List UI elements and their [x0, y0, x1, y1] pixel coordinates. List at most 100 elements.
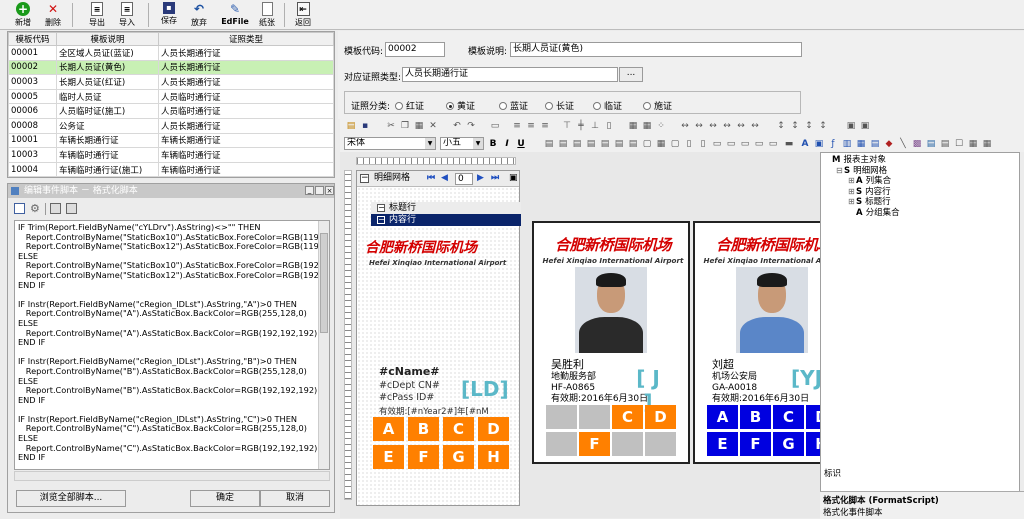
close-icon[interactable]: ×: [325, 186, 334, 195]
border-icon[interactable]: ▢: [642, 139, 652, 149]
underline-button[interactable]: U: [516, 139, 526, 149]
cell-type[interactable]: 人员临时通行证: [158, 103, 334, 119]
tree-item[interactable]: ⊞S 标题行: [824, 197, 1016, 208]
code-field[interactable]: 00002: [385, 42, 445, 57]
chart-icon[interactable]: ▦: [856, 139, 866, 149]
cell-type[interactable]: 车辆长期通行证: [158, 132, 334, 149]
space-horizontal-icon[interactable]: ↔: [680, 121, 690, 131]
expand-icon[interactable]: ⊞: [848, 187, 856, 198]
new-script-icon[interactable]: [14, 203, 25, 214]
last-page-icon[interactable]: ⏭: [491, 171, 499, 186]
cell-type[interactable]: 人员长期通行证: [158, 59, 334, 76]
region-cell[interactable]: H: [478, 445, 509, 469]
cut-icon[interactable]: ✂: [386, 121, 396, 131]
save-icon[interactable]: ▪: [360, 121, 370, 131]
radio-icon[interactable]: [643, 102, 651, 110]
band-content-row[interactable]: − 内容行: [371, 214, 521, 226]
text-align-center-icon[interactable]: ▤: [558, 139, 568, 149]
radio-icon[interactable]: [446, 102, 454, 110]
shape-icon[interactable]: ◆: [884, 139, 894, 149]
summary-icon[interactable]: ▦: [982, 139, 992, 149]
function-icon[interactable]: ƒ: [828, 139, 838, 149]
paper-button[interactable]: 纸张: [252, 1, 282, 29]
cell-desc[interactable]: 人员临时证(施工): [56, 103, 159, 119]
delete-button[interactable]: ✕ 删除: [38, 1, 68, 29]
space-vertical-icon[interactable]: ↕: [776, 121, 786, 131]
page-number-field[interactable]: 0: [455, 173, 473, 185]
template-grade-box[interactable]: [LD]: [461, 377, 509, 401]
category-radio[interactable]: 黄证: [446, 99, 475, 112]
align-middle-icon[interactable]: ╪: [576, 121, 586, 131]
import-button[interactable]: ≡ 导入: [112, 1, 142, 29]
paste-icon[interactable]: ▦: [414, 121, 424, 131]
column-header-desc[interactable]: 模板说明: [56, 32, 159, 46]
image-icon[interactable]: ▤: [870, 139, 880, 149]
align-top-icon[interactable]: ⊤: [562, 121, 572, 131]
tree-item[interactable]: A 分组集合: [824, 208, 1016, 219]
redo-icon[interactable]: ↷: [466, 121, 476, 131]
cell-code[interactable]: 00005: [8, 88, 57, 105]
text-align-right-icon[interactable]: ▤: [572, 139, 582, 149]
bring-front-icon[interactable]: ▣: [846, 121, 856, 131]
template-field-name[interactable]: #cName#: [379, 365, 440, 378]
align-right-icon[interactable]: ≡: [540, 121, 550, 131]
region-cell[interactable]: D: [478, 417, 509, 441]
column-header-code[interactable]: 模板代码: [8, 32, 57, 46]
radio-icon[interactable]: [499, 102, 507, 110]
minimize-icon[interactable]: _: [305, 186, 314, 195]
border-top-icon[interactable]: ▭: [712, 139, 722, 149]
cell-desc[interactable]: 临时人员证: [56, 88, 159, 105]
space-v-increase-icon[interactable]: ↕: [790, 121, 800, 131]
cell-desc[interactable]: 车辆临时通行证(施工): [56, 161, 159, 177]
export-button[interactable]: ≡ 导出: [82, 1, 112, 29]
grid-dot-icon[interactable]: ⁘: [656, 121, 666, 131]
radio-icon[interactable]: [545, 102, 553, 110]
space-equal-icon[interactable]: ↔: [736, 121, 746, 131]
table-row[interactable]: 00005 临时人员证 人员临时通行证: [8, 88, 334, 105]
list-icon[interactable]: [50, 203, 61, 214]
space-decrease-icon[interactable]: ↔: [708, 121, 718, 131]
first-page-icon[interactable]: ⏮: [427, 171, 435, 186]
memo-icon[interactable]: ▤: [940, 139, 950, 149]
settings-icon[interactable]: ⚙: [30, 202, 40, 215]
detail-grid-band[interactable]: − 明细网格 ⏮ ◀ 0 ▶ ⏭ ▣ − 标题行 − 内容行 合肥新桥国际机场 He…: [356, 170, 521, 506]
cell-desc[interactable]: 车辆临时通行证: [56, 147, 159, 163]
italic-button[interactable]: I: [502, 139, 512, 149]
same-width-icon[interactable]: ▯: [604, 121, 614, 131]
desc-field[interactable]: 长期人员证(黄色): [510, 42, 802, 57]
font-size-select[interactable]: 小五 ▼: [440, 137, 484, 150]
table-row[interactable]: 00008 公务证 人员长期通行证: [8, 117, 334, 134]
tree-item[interactable]: M 报表主对象: [824, 155, 1016, 166]
cell-code[interactable]: 10004: [8, 161, 57, 177]
align-icon[interactable]: ▭: [490, 121, 500, 131]
space-increase-icon[interactable]: ↔: [694, 121, 704, 131]
table-row[interactable]: 10003 车辆临时通行证 车辆临时通行证: [8, 147, 334, 163]
table-row[interactable]: 00002 长期人员证(黄色) 人员长期通行证: [8, 59, 334, 76]
system-var-icon[interactable]: ▦: [968, 139, 978, 149]
text-align-left-icon[interactable]: ▤: [544, 139, 554, 149]
border-color-icon[interactable]: ▭: [740, 139, 750, 149]
cell-code[interactable]: 00002: [8, 59, 57, 76]
align-left-icon[interactable]: ≡: [512, 121, 522, 131]
collapse-icon[interactable]: −: [377, 216, 385, 224]
cell-type[interactable]: 人员长期通行证: [158, 45, 334, 61]
prev-page-icon[interactable]: ◀: [441, 171, 448, 186]
next-page-icon[interactable]: ▶: [477, 171, 484, 186]
border-bottom-icon[interactable]: ▭: [726, 139, 736, 149]
expand-icon[interactable]: ⊞: [848, 176, 856, 187]
text-align-justify-icon[interactable]: ▤: [586, 139, 596, 149]
text-valign-middle-icon[interactable]: ▤: [614, 139, 624, 149]
tree-item[interactable]: ⊞S 内容行: [824, 187, 1016, 198]
font-color-icon[interactable]: A: [800, 139, 810, 149]
text-valign-top-icon[interactable]: ▤: [600, 139, 610, 149]
edfile-button[interactable]: ✎ EdFile: [218, 1, 252, 29]
cell-type[interactable]: 人员长期通行证: [158, 74, 334, 90]
line-icon[interactable]: ▬: [784, 139, 794, 149]
tree-item[interactable]: ⊟S 明细网格: [824, 166, 1016, 177]
border-left-icon[interactable]: ▯: [684, 139, 694, 149]
category-radio[interactable]: 红证: [395, 99, 424, 112]
vertical-scrollbar[interactable]: [318, 221, 329, 469]
grid-snap-icon[interactable]: ▦: [642, 121, 652, 131]
cell-type[interactable]: 人员长期通行证: [158, 117, 334, 134]
cell-code[interactable]: 10003: [8, 147, 57, 163]
